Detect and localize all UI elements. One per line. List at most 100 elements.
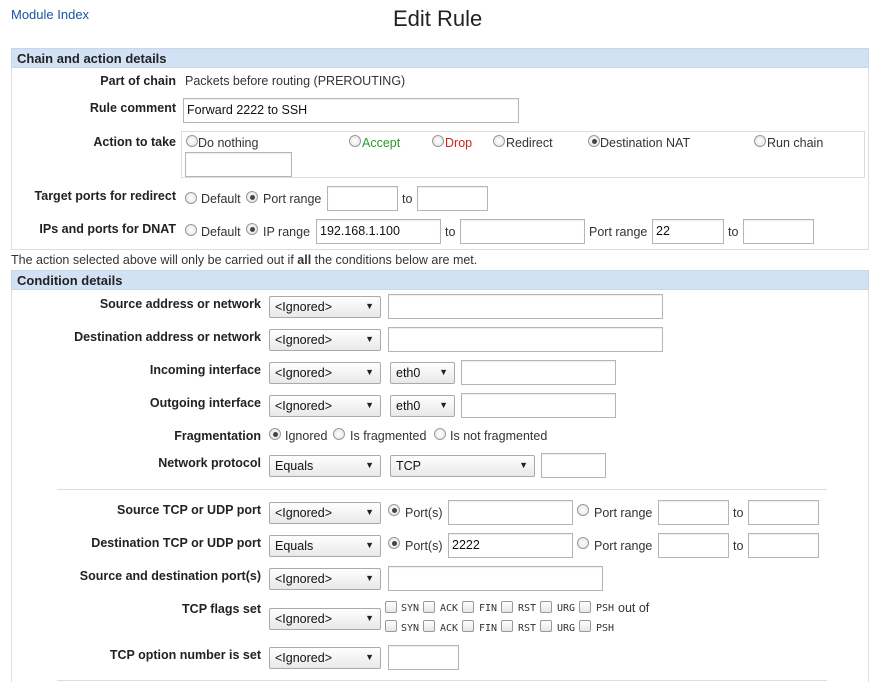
dnat-ip-to-input[interactable] bbox=[460, 219, 585, 244]
target-ports-default-radio[interactable] bbox=[185, 192, 197, 204]
target-ports-default-label: Default bbox=[201, 192, 241, 206]
dnat-ip-range-radio[interactable] bbox=[246, 223, 258, 235]
flag-set-rst-label: RST bbox=[518, 603, 537, 614]
flag-set-syn-checkbox[interactable] bbox=[385, 601, 397, 613]
flag-mask-fin-checkbox[interactable] bbox=[462, 620, 474, 632]
flag-mask-ack-label: ACK bbox=[440, 623, 459, 634]
dest-port-range-from-input[interactable] bbox=[658, 533, 729, 558]
action-radio-accept[interactable] bbox=[349, 135, 361, 147]
chevron-down-icon: ▼ bbox=[365, 334, 374, 344]
dnat-port-to-input[interactable] bbox=[743, 219, 814, 244]
flag-mask-syn-checkbox[interactable] bbox=[385, 620, 397, 632]
tcp-option-select-value: <Ignored> bbox=[275, 651, 332, 665]
tcp-flags-select[interactable]: <Ignored> ▼ bbox=[269, 608, 381, 630]
target-ports-from-input[interactable] bbox=[327, 186, 398, 211]
fragmentation-ignored-label: Ignored bbox=[285, 429, 328, 443]
dest-port-ports-radio[interactable] bbox=[388, 537, 400, 549]
flag-mask-urg-label: URG bbox=[557, 623, 576, 634]
source-port-range-radio[interactable] bbox=[577, 504, 589, 516]
fragmentation-ignored-radio[interactable] bbox=[269, 428, 281, 440]
source-address-select[interactable]: <Ignored> ▼ bbox=[269, 296, 381, 318]
flag-mask-psh-checkbox[interactable] bbox=[579, 620, 591, 632]
dnat-default-radio[interactable] bbox=[185, 224, 197, 236]
dest-port-ports-input[interactable]: 2222 bbox=[448, 533, 573, 558]
dest-address-select[interactable]: <Ignored> ▼ bbox=[269, 329, 381, 351]
source-port-ports-label: Port(s) bbox=[405, 506, 443, 520]
src-dst-port-input[interactable] bbox=[388, 566, 603, 591]
source-address-label: Source address or network bbox=[99, 297, 261, 311]
outgoing-interface-select[interactable]: <Ignored> ▼ bbox=[269, 395, 381, 417]
incoming-interface-select[interactable]: <Ignored> ▼ bbox=[269, 362, 381, 384]
module-index-link[interactable]: Module Index bbox=[11, 7, 89, 22]
rule-comment-input[interactable]: Forward 2222 to SSH bbox=[183, 98, 519, 123]
protocol-condition-value: Equals bbox=[275, 459, 314, 473]
part-of-chain-label: Part of chain bbox=[100, 74, 176, 88]
source-port-range-from-input[interactable] bbox=[658, 500, 729, 525]
flag-mask-syn-label: SYN bbox=[401, 623, 420, 634]
chevron-down-icon: ▼ bbox=[365, 613, 374, 623]
flag-set-fin-checkbox[interactable] bbox=[462, 601, 474, 613]
src-dst-port-select[interactable]: <Ignored> ▼ bbox=[269, 568, 381, 590]
chevron-down-icon: ▼ bbox=[365, 301, 374, 311]
source-port-label: Source TCP or UDP port bbox=[116, 503, 261, 517]
flag-mask-ack-checkbox[interactable] bbox=[423, 620, 435, 632]
dest-port-select[interactable]: Equals ▼ bbox=[269, 535, 381, 557]
protocol-select[interactable]: TCP ▼ bbox=[390, 455, 535, 477]
outgoing-interface-input[interactable] bbox=[461, 393, 616, 418]
target-ports-to-label: to bbox=[402, 192, 413, 206]
flag-set-urg-checkbox[interactable] bbox=[540, 601, 552, 613]
outgoing-interface-select-value: <Ignored> bbox=[275, 399, 332, 413]
source-port-select[interactable]: <Ignored> ▼ bbox=[269, 502, 381, 524]
action-radio-drop[interactable] bbox=[432, 135, 444, 147]
fragmentation-is-fragmented-radio[interactable] bbox=[333, 428, 345, 440]
fragmentation-not-fragmented-radio[interactable] bbox=[434, 428, 446, 440]
flag-set-rst-checkbox[interactable] bbox=[501, 601, 513, 613]
source-port-ports-radio[interactable] bbox=[388, 504, 400, 516]
outgoing-interface-label: Outgoing interface bbox=[149, 396, 261, 410]
rule-comment-label: Rule comment bbox=[89, 101, 176, 115]
chevron-down-icon: ▼ bbox=[365, 400, 374, 410]
dest-port-range-radio[interactable] bbox=[577, 537, 589, 549]
dest-address-label: Destination address or network bbox=[74, 330, 261, 344]
action-accept-label: Accept bbox=[362, 136, 401, 150]
action-radio-do-nothing[interactable] bbox=[186, 135, 198, 147]
flag-set-ack-checkbox[interactable] bbox=[423, 601, 435, 613]
run-chain-input[interactable] bbox=[185, 152, 292, 177]
chevron-down-icon: ▼ bbox=[365, 540, 374, 550]
flag-mask-urg-checkbox[interactable] bbox=[540, 620, 552, 632]
source-port-range-to-input[interactable] bbox=[748, 500, 819, 525]
action-label: Action to take bbox=[93, 135, 176, 149]
action-redirect-label: Redirect bbox=[506, 136, 553, 150]
action-radio-destination-nat[interactable] bbox=[588, 135, 600, 147]
flag-mask-rst-checkbox[interactable] bbox=[501, 620, 513, 632]
divider-bottom bbox=[57, 680, 827, 681]
action-radio-redirect[interactable] bbox=[493, 135, 505, 147]
fragmentation-label: Fragmentation bbox=[174, 429, 261, 443]
action-destination-nat-label: Destination NAT bbox=[600, 136, 691, 150]
incoming-interface-input[interactable] bbox=[461, 360, 616, 385]
dest-port-ports-label: Port(s) bbox=[405, 539, 443, 553]
source-port-ports-input[interactable] bbox=[448, 500, 573, 525]
dnat-port-from-input[interactable]: 22 bbox=[652, 219, 724, 244]
dnat-ip-from-input[interactable]: 192.168.1.100 bbox=[316, 219, 441, 244]
tcp-option-select[interactable]: <Ignored> ▼ bbox=[269, 647, 381, 669]
tcp-option-input[interactable] bbox=[388, 645, 459, 670]
protocol-condition-select[interactable]: Equals ▼ bbox=[269, 455, 381, 477]
target-ports-to-input[interactable] bbox=[417, 186, 488, 211]
dest-port-range-to-label: to bbox=[733, 539, 744, 553]
action-radio-run-chain[interactable] bbox=[754, 135, 766, 147]
protocol-input[interactable] bbox=[541, 453, 606, 478]
outgoing-interface-name-select[interactable]: eth0 ▼ bbox=[390, 395, 455, 417]
dnat-port-range-label: Port range bbox=[589, 225, 648, 239]
note-text-after: the conditions below are met. bbox=[311, 253, 478, 267]
tcp-flags-out-of-label: out of bbox=[618, 601, 650, 615]
source-address-input[interactable] bbox=[388, 294, 663, 319]
incoming-interface-name-select[interactable]: eth0 ▼ bbox=[390, 362, 455, 384]
dest-port-range-to-input[interactable] bbox=[748, 533, 819, 558]
dest-address-input[interactable] bbox=[388, 327, 663, 352]
network-protocol-label: Network protocol bbox=[158, 456, 261, 470]
flag-set-psh-checkbox[interactable] bbox=[579, 601, 591, 613]
fragmentation-is-fragmented-label: Is fragmented bbox=[350, 429, 427, 443]
dnat-port-to-label: to bbox=[728, 225, 739, 239]
target-ports-range-radio[interactable] bbox=[246, 191, 258, 203]
